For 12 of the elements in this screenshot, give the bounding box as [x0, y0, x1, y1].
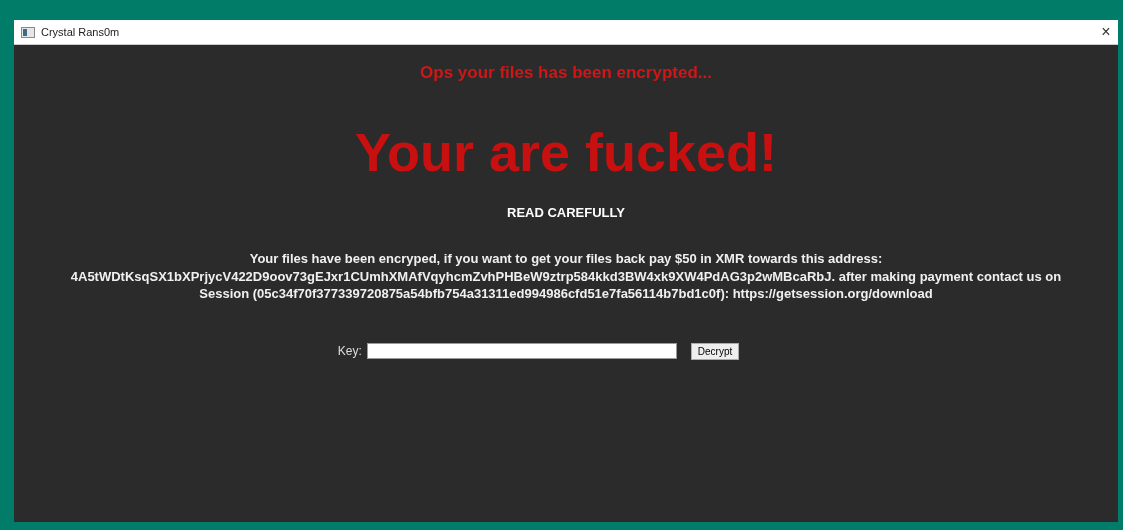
message-line: 4A5tWDtKsqSX1bXPrjycV422D9oov73gEJxr1CUmhXMAfVqyhcmZvhPHBeW9ztrp584kkd3BW4xk9XW4PdAG3p2wMBcaRbJ. after making payment contact us on [70, 267, 1062, 285]
message-line: Your files have been encryped, if you want to get your files back pay $50 in XMR towards this address: [249, 250, 883, 268]
app-icon [21, 26, 35, 38]
subtitle: Ops your files has been encrypted... [420, 63, 712, 83]
window-title: Crystal Rans0m [41, 26, 120, 38]
headline: Your are fucked! [354, 121, 778, 183]
key-input-field[interactable] [366, 343, 677, 359]
close-button[interactable]: × [1094, 23, 1118, 41]
decrypt-button[interactable]: Decrypt [690, 342, 740, 360]
key-label: Key: [337, 344, 362, 358]
notice-text: READ CAREFULLY [507, 205, 625, 220]
message-line: Session (05c34f70f377339720875a54bfb754a31311ed994986cfd51e7fa56114b7bd1c0f): https://getsession.org/download [199, 285, 933, 303]
